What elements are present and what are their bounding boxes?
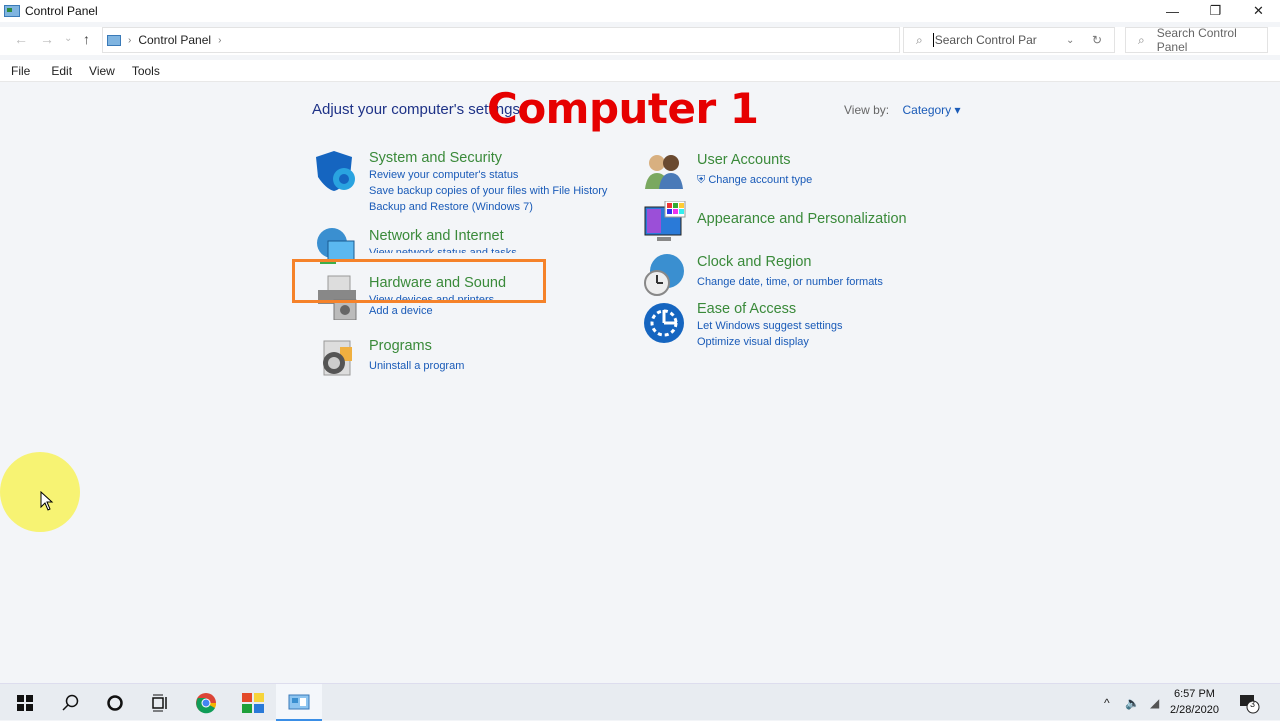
appearance-icon xyxy=(643,200,687,245)
search-placeholder: Search Control Panel xyxy=(1156,26,1237,54)
action-center-button[interactable]: 3 xyxy=(1238,684,1260,721)
search-box[interactable]: ⌕ Search Control Panel xyxy=(1125,26,1268,54)
chevron-down-icon[interactable]: ⌄ xyxy=(1066,35,1074,46)
category-link[interactable]: Review your computer's status xyxy=(369,167,607,183)
control-panel-icon xyxy=(107,34,121,46)
uac-shield-icon: ⛨ xyxy=(697,174,706,186)
category-link-text[interactable]: Change account type xyxy=(708,174,812,186)
category-title[interactable]: User Accounts xyxy=(697,151,812,169)
category-title[interactable]: Appearance and Personalization xyxy=(697,210,907,228)
task-view-button[interactable] xyxy=(137,684,183,721)
category-link[interactable]: Save backup copies of your files with Fi… xyxy=(369,183,607,199)
app-grid-taskbar-button[interactable] xyxy=(230,684,276,721)
category-ease-of-access: Ease of Access Let Windows suggest setti… xyxy=(643,300,843,350)
category-programs: Programs Uninstall a program xyxy=(314,337,464,381)
clock[interactable]: 6:57 PM 2/28/2020 xyxy=(1170,686,1219,718)
category-title[interactable]: Clock and Region xyxy=(697,253,883,271)
forward-button[interactable]: → xyxy=(40,31,54,47)
category-link[interactable]: Backup and Restore (Windows 7) xyxy=(369,199,607,215)
category-title[interactable]: Network and Internet xyxy=(369,227,517,245)
windows-logo-icon xyxy=(17,694,33,711)
breadcrumb-separator[interactable]: › xyxy=(218,35,221,46)
address-bar[interactable]: › Control Panel › xyxy=(102,27,900,53)
search-icon: ⌕ xyxy=(916,32,923,47)
notification-count: 3 xyxy=(1250,699,1256,709)
category-title[interactable]: Programs xyxy=(369,337,464,355)
category-title[interactable]: System and Security xyxy=(369,149,607,167)
highlight-box xyxy=(292,259,546,303)
show-hidden-icons-button[interactable]: ^ xyxy=(1104,684,1110,721)
clock-time: 6:57 PM xyxy=(1173,688,1215,700)
view-by: View by: Category ▾ xyxy=(844,103,961,117)
back-button[interactable]: ← xyxy=(14,31,28,47)
programs-icon xyxy=(314,337,358,381)
overlay-label: Computer 1 xyxy=(487,84,759,133)
control-panel-app-icon xyxy=(4,5,20,17)
category-appearance: Appearance and Personalization xyxy=(643,200,907,245)
users-icon xyxy=(643,151,687,195)
view-by-label: View by: xyxy=(844,103,890,117)
menu-tools[interactable]: Tools xyxy=(132,64,160,78)
ease-of-access-icon xyxy=(643,300,687,344)
search-input-value[interactable]: Search Control Par xyxy=(932,33,1037,47)
menu-view[interactable]: View xyxy=(89,64,115,78)
cortana-button[interactable] xyxy=(92,684,138,721)
search-input[interactable]: ⌕ Search Control Par ⌄ ↻ xyxy=(903,27,1115,53)
category-link[interactable]: View network status and tasks xyxy=(369,245,517,253)
category-system-security: System and Security Review your computer… xyxy=(314,149,607,215)
notification-icon xyxy=(1240,694,1260,713)
view-by-dropdown[interactable]: Category ▾ xyxy=(902,103,960,117)
clock-date: 2/28/2020 xyxy=(1170,704,1219,716)
control-panel-taskbar-button[interactable] xyxy=(276,684,322,721)
window-title: Control Panel xyxy=(25,4,98,18)
title-bar: Control Panel — ❐ ✕ xyxy=(0,0,1280,22)
menu-bar: File Edit View Tools xyxy=(0,60,1280,82)
navigation-bar: ← → ⌄ ↑ › Control Panel › ⌕ Search Contr… xyxy=(0,26,1280,55)
control-panel-icon xyxy=(288,694,310,709)
category-link[interactable]: ⛨ Change account type xyxy=(697,172,812,188)
taskbar: ^ 🔈 ◢ 6:57 PM 2/28/2020 3 xyxy=(0,683,1280,721)
chrome-taskbar-button[interactable] xyxy=(183,684,229,721)
category-link[interactable]: Optimize visual display xyxy=(697,334,843,350)
clock-globe-icon xyxy=(643,253,687,297)
menu-file[interactable]: File xyxy=(11,64,30,78)
mouse-cursor-icon xyxy=(40,490,54,516)
category-link[interactable]: Add a device xyxy=(369,303,506,319)
category-link[interactable]: Change date, time, or number formats xyxy=(697,274,883,290)
shield-icon xyxy=(314,149,358,193)
maximize-button[interactable]: ❐ xyxy=(1194,0,1237,22)
start-button[interactable] xyxy=(2,684,48,721)
breadcrumb-control-panel[interactable]: Control Panel xyxy=(138,33,211,47)
category-title[interactable]: Ease of Access xyxy=(697,300,843,318)
task-view-icon xyxy=(152,694,167,711)
view-by-value[interactable]: Category xyxy=(902,103,951,117)
search-icon: ⌕ xyxy=(1138,32,1145,47)
category-link[interactable]: Uninstall a program xyxy=(369,358,464,374)
cortana-icon xyxy=(107,694,123,711)
chrome-icon xyxy=(196,692,217,713)
app-grid-icon xyxy=(242,692,264,713)
recent-locations-button[interactable]: ⌄ xyxy=(64,33,72,44)
network-wifi-icon[interactable]: ◢ xyxy=(1150,684,1159,721)
volume-icon[interactable]: 🔈 xyxy=(1125,684,1140,721)
refresh-icon[interactable]: ↻ xyxy=(1092,33,1102,47)
search-button[interactable] xyxy=(47,684,93,721)
close-button[interactable]: ✕ xyxy=(1237,0,1280,22)
up-button[interactable]: ↑ xyxy=(83,31,90,47)
category-link[interactable]: Let Windows suggest settings xyxy=(697,318,843,334)
minimize-button[interactable]: — xyxy=(1151,0,1194,22)
breadcrumb-separator: › xyxy=(128,34,132,46)
search-icon xyxy=(62,694,79,711)
menu-edit[interactable]: Edit xyxy=(51,64,72,78)
category-clock-region: Clock and Region Change date, time, or n… xyxy=(643,253,883,297)
category-user-accounts: User Accounts ⛨ Change account type xyxy=(643,151,812,195)
